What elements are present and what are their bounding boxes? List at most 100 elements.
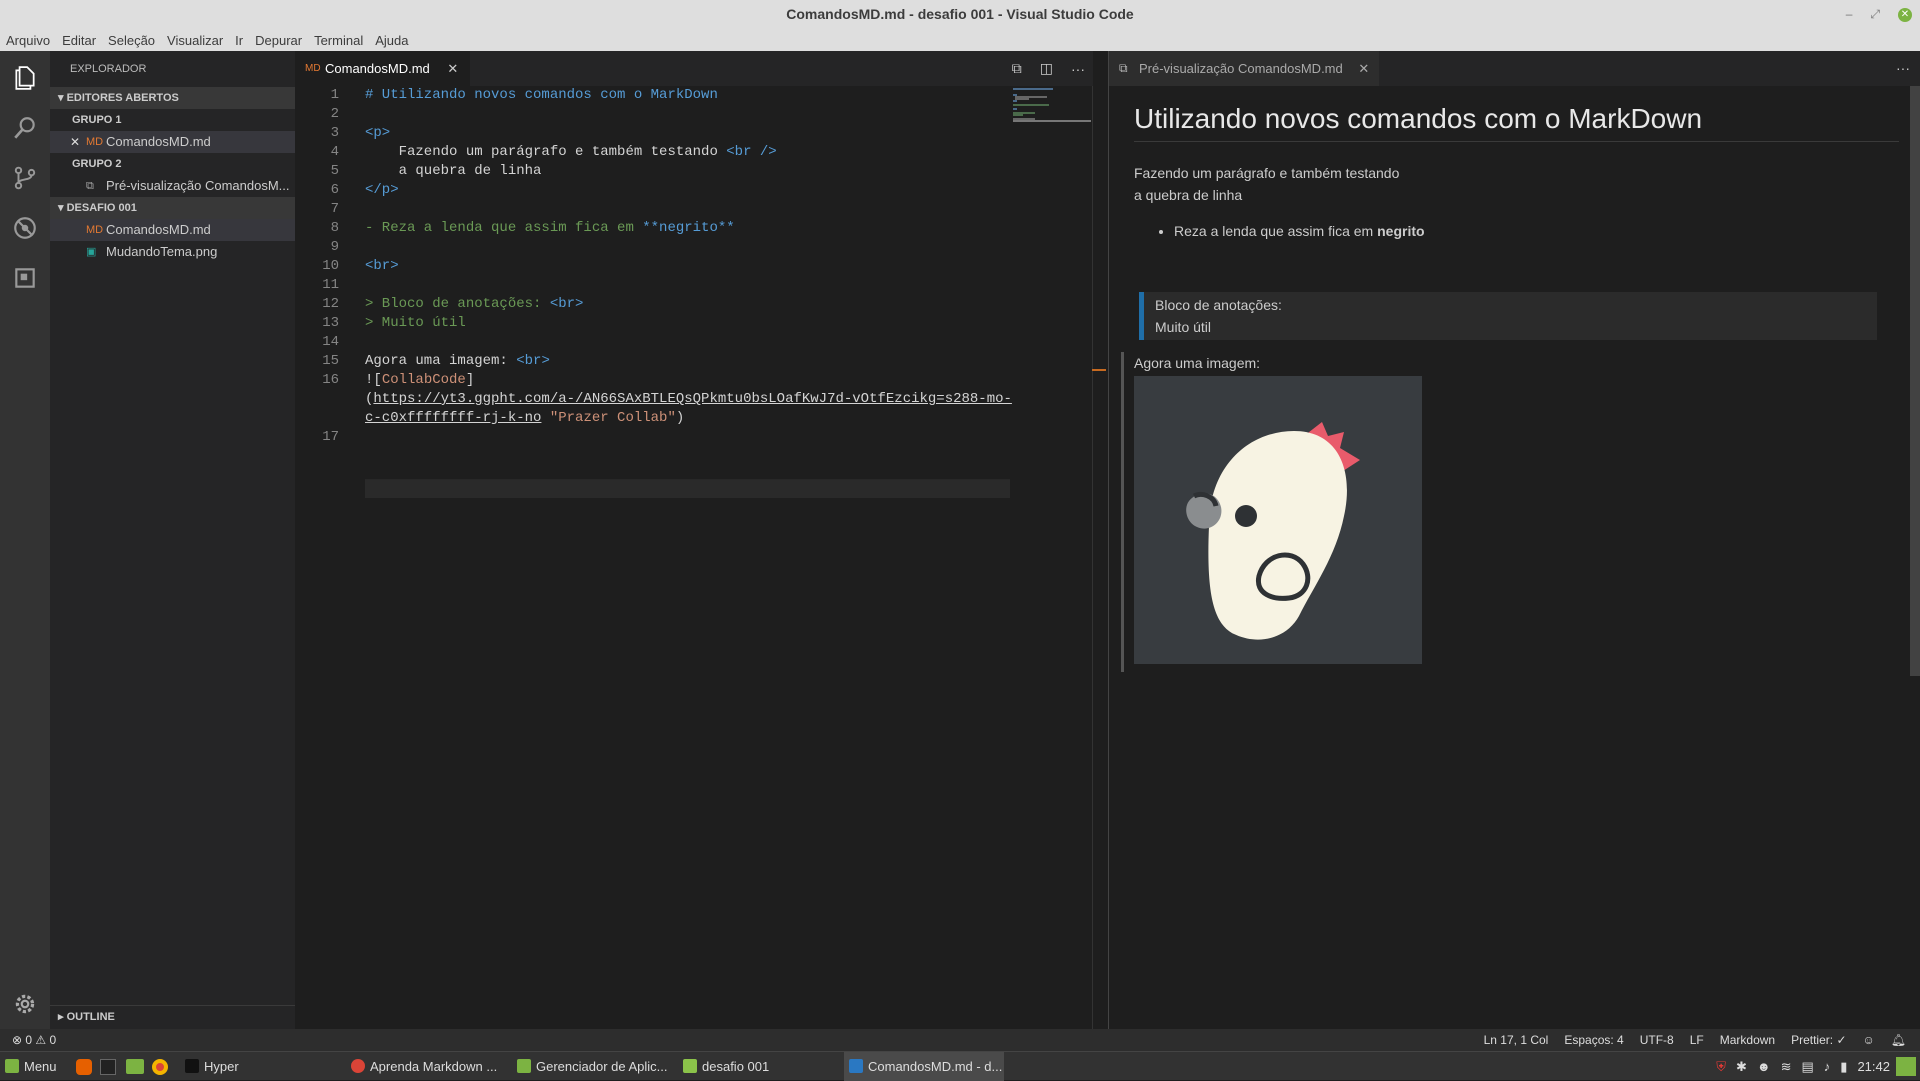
source-control-icon[interactable]	[0, 153, 50, 203]
code-text: )	[675, 410, 685, 426]
show-desktop-icon[interactable]	[1896, 1057, 1916, 1076]
close-tab-icon[interactable]: ✕	[1358, 61, 1369, 76]
code-link-text: CollabCode	[381, 372, 466, 388]
group2-label[interactable]: GRUPO 2	[50, 153, 295, 175]
window-titlebar: ComandosMD.md - desafio 001 - Visual Stu…	[0, 0, 1920, 29]
activity-bar	[0, 51, 50, 1029]
open-preview-icon[interactable]: ⧉	[1012, 60, 1022, 77]
file-comandosmd[interactable]: MD ComandosMD.md	[50, 219, 295, 241]
close-tab-icon[interactable]: ✕	[447, 61, 458, 76]
line-number: 15	[322, 353, 339, 369]
settings-gear-icon[interactable]	[0, 979, 50, 1029]
line-number: 1	[330, 87, 339, 103]
open-editors-section[interactable]: ▾ EDITORES ABERTOS	[50, 87, 295, 109]
open-editor-preview[interactable]: ⧉ Pré-visualização ComandosM...	[50, 175, 295, 197]
notifications-bell-icon[interactable]: 🔔︎	[1891, 1029, 1906, 1051]
indentation[interactable]: Espaços: 4	[1564, 1029, 1623, 1051]
start-menu-button[interactable]: Menu	[0, 1052, 68, 1081]
collab-mascot-image	[1134, 376, 1422, 664]
firefox-icon[interactable]	[76, 1059, 92, 1075]
status-bar: ⊗ 0 ⚠ 0 Ln 17, 1 Col Espaços: 4 UTF-8 LF…	[0, 1029, 1920, 1051]
minimap[interactable]	[1013, 86, 1093, 146]
tab-comandosmd[interactable]: MD ComandosMD.md ✕	[295, 51, 471, 86]
preview-active-line-indicator	[1121, 352, 1124, 672]
menu-terminal[interactable]: Terminal	[314, 33, 363, 48]
preview-paragraph: Fazendo um parágrafo e também testando a…	[1134, 162, 1899, 206]
chrome-icon[interactable]	[152, 1059, 168, 1075]
code-line-10: <br>	[365, 258, 399, 274]
files-icon[interactable]	[126, 1059, 144, 1074]
line-number: 8	[330, 220, 339, 236]
code-line-16: ![CollabCode]	[365, 371, 474, 390]
group1-label[interactable]: GRUPO 1	[50, 109, 295, 131]
close-icon[interactable]: ✕	[1898, 7, 1912, 22]
user-icon[interactable]: ☻	[1757, 1052, 1771, 1081]
image-file-icon: ▣	[86, 246, 97, 258]
menu-visualizar[interactable]: Visualizar	[167, 33, 223, 48]
code-line-5: a quebra de linha	[365, 163, 542, 179]
preview-para-line1: Fazendo um parágrafo e também testando	[1134, 165, 1400, 181]
taskbar-item-folder[interactable]: desafio 001	[678, 1052, 840, 1081]
menu-ir[interactable]: Ir	[235, 33, 243, 48]
minimize-icon[interactable]: –	[1846, 0, 1853, 29]
network-icon[interactable]: ≋	[1781, 1052, 1792, 1081]
split-editor-icon[interactable]: ◫	[1040, 60, 1053, 77]
file-mudandotema[interactable]: ▣ MudandoTema.png	[50, 241, 295, 263]
open-editor-preview-label: Pré-visualização ComandosM...	[106, 178, 290, 193]
code-url[interactable]: https://yt3.ggpht.com/a-/AN66SAxBTLEQsQP…	[373, 391, 1012, 407]
terminal-icon[interactable]	[100, 1059, 116, 1075]
shield-icon[interactable]: ⛨	[1716, 1052, 1726, 1081]
feedback-smiley-icon[interactable]: ☺	[1863, 1029, 1875, 1051]
explorer-icon[interactable]	[0, 53, 50, 103]
taskbar-item-hyper[interactable]: Hyper	[180, 1052, 340, 1081]
search-icon[interactable]	[0, 103, 50, 153]
close-editor-icon[interactable]: ✕	[70, 131, 80, 153]
code-line-12: > Bloco de anotações: <br>	[365, 295, 583, 314]
taskbar-item-label: Aprenda Markdown ...	[370, 1059, 498, 1074]
more-actions-icon[interactable]: ···	[1896, 51, 1910, 86]
menu-arquivo[interactable]: Arquivo	[6, 33, 50, 48]
menu-selecao[interactable]: Seleção	[108, 33, 155, 48]
explorer-sidebar: EXPLORADOR ▾ EDITORES ABERTOS GRUPO 1 ✕ …	[50, 51, 295, 1029]
markdown-preview: Utilizando novos comandos com o MarkDown…	[1134, 86, 1899, 664]
line-number: 17	[322, 429, 339, 445]
editor-scrollbar[interactable]	[1092, 86, 1106, 1029]
problems-indicator[interactable]: ⊗ 0 ⚠ 0	[12, 1029, 56, 1051]
taskbar: Menu Hyper Aprenda Markdown ... Gerencia…	[0, 1051, 1920, 1081]
debug-icon[interactable]	[0, 203, 50, 253]
volume-icon[interactable]: ♪	[1824, 1052, 1831, 1081]
current-line-highlight	[365, 479, 1010, 498]
menu-ajuda[interactable]: Ajuda	[375, 33, 408, 48]
folder-section[interactable]: ▾ DESAFIO 001	[50, 197, 295, 219]
code-text: - Reza a lenda que assim fica em	[365, 220, 643, 236]
maximize-icon[interactable]: ⤢	[1870, 0, 1880, 29]
end-of-line[interactable]: LF	[1690, 1029, 1704, 1051]
tab-preview[interactable]: ⧉ Pré-visualização ComandosMD.md ✕	[1109, 51, 1380, 86]
extensions-icon[interactable]	[0, 253, 50, 303]
encoding[interactable]: UTF-8	[1640, 1029, 1674, 1051]
taskbar-item-vscode[interactable]: ComandosMD.md - d...	[844, 1052, 1004, 1081]
list-item-bold: negrito	[1377, 223, 1425, 239]
open-editor-comandosmd[interactable]: ✕ MD ComandosMD.md	[50, 131, 295, 153]
prettier-status[interactable]: Prettier: ✓	[1791, 1029, 1846, 1051]
outline-section[interactable]: ▸ OUTLINE	[50, 1005, 295, 1027]
menu-editar[interactable]: Editar	[62, 33, 96, 48]
code-url[interactable]: c-c0xffffffff-rj-k-no	[365, 410, 541, 426]
more-actions-icon[interactable]: ···	[1071, 61, 1085, 77]
clock[interactable]: 21:42	[1857, 1052, 1890, 1081]
line-number: 6	[330, 182, 339, 198]
preview-icon: ⧉	[1119, 61, 1128, 75]
taskbar-item-chrome[interactable]: Aprenda Markdown ...	[346, 1052, 508, 1081]
code-bold: **negrito**	[642, 220, 735, 236]
folder-label: DESAFIO 001	[66, 202, 137, 214]
battery-icon[interactable]: ▮	[1840, 1052, 1847, 1081]
menu-depurar[interactable]: Depurar	[255, 33, 302, 48]
preview-scrollbar[interactable]	[1910, 86, 1920, 676]
window-title: ComandosMD.md - desafio 001 - Visual Stu…	[786, 6, 1134, 22]
language-mode[interactable]: Markdown	[1720, 1029, 1775, 1051]
bluetooth-icon[interactable]: ✱	[1736, 1052, 1747, 1081]
line-number: 14	[322, 334, 339, 350]
clipboard-icon[interactable]: ▤	[1802, 1052, 1814, 1081]
taskbar-item-software-manager[interactable]: Gerenciador de Aplic...	[512, 1052, 674, 1081]
cursor-position[interactable]: Ln 17, 1 Col	[1484, 1029, 1549, 1051]
